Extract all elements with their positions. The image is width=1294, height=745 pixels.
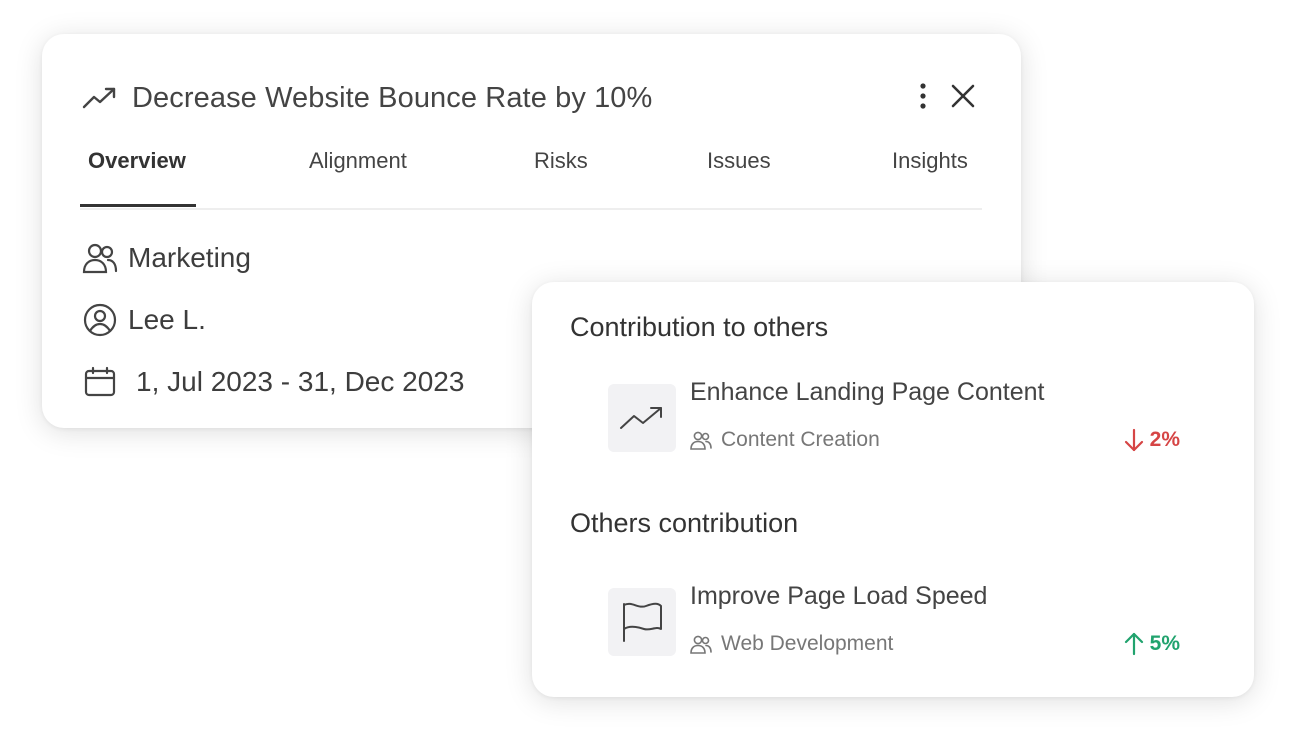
arrow-down-icon	[1124, 428, 1143, 452]
change-value: 5%	[1149, 632, 1180, 655]
active-tab-indicator	[80, 204, 196, 207]
contribution-to-others-title: Contribution to others	[570, 312, 829, 342]
others-contribution-title: Others contribution	[570, 508, 799, 538]
trending-up-icon	[82, 85, 118, 111]
owner-name: Lee L.	[128, 304, 206, 335]
goal-header: Decrease Website Bounce Rate by 10%	[82, 78, 652, 118]
trending-up-icon	[608, 384, 676, 452]
users-icon	[690, 635, 712, 654]
users-icon	[690, 431, 712, 450]
close-icon	[951, 84, 975, 108]
arrow-up-icon	[1124, 632, 1143, 656]
date-range: 1, Jul 2023 - 31, Dec 2023	[136, 366, 465, 397]
tab-alignment[interactable]: Alignment	[309, 148, 407, 174]
calendar-icon	[82, 364, 118, 400]
item-team-label: Content Creation	[721, 428, 880, 451]
user-circle-icon	[82, 302, 118, 338]
more-options-button[interactable]	[913, 81, 933, 111]
tab-issues[interactable]: Issues	[707, 148, 771, 174]
change-badge: 2%	[1124, 428, 1180, 452]
team-row: Marketing	[82, 240, 251, 276]
item-title: Improve Page Load Speed	[690, 582, 988, 610]
flag-icon	[608, 588, 676, 656]
item-team-label: Web Development	[721, 632, 894, 655]
change-badge: 5%	[1124, 632, 1180, 656]
tab-insights[interactable]: Insights	[892, 148, 968, 174]
contribution-card: Contribution to others Enhance Landing P…	[532, 282, 1254, 697]
kebab-menu-icon	[920, 83, 926, 109]
list-item[interactable]: Improve Page Load Speed Web Development …	[608, 582, 1182, 658]
owner-row: Lee L.	[82, 302, 206, 338]
header-actions	[913, 80, 979, 112]
users-icon	[82, 240, 118, 276]
close-button[interactable]	[947, 80, 979, 112]
change-value: 2%	[1149, 428, 1180, 451]
tab-risks[interactable]: Risks	[534, 148, 588, 174]
team-name: Marketing	[128, 242, 251, 273]
item-team: Content Creation	[690, 428, 880, 452]
item-team: Web Development	[690, 632, 893, 656]
date-row: 1, Jul 2023 - 31, Dec 2023	[82, 364, 464, 400]
item-title: Enhance Landing Page Content	[690, 378, 1045, 406]
tab-overview[interactable]: Overview	[88, 148, 186, 174]
list-item[interactable]: Enhance Landing Page Content Content Cre…	[608, 378, 1182, 454]
goal-title: Decrease Website Bounce Rate by 10%	[132, 81, 653, 114]
tab-bar: Overview Alignment Risks Issues Insights	[80, 144, 982, 210]
